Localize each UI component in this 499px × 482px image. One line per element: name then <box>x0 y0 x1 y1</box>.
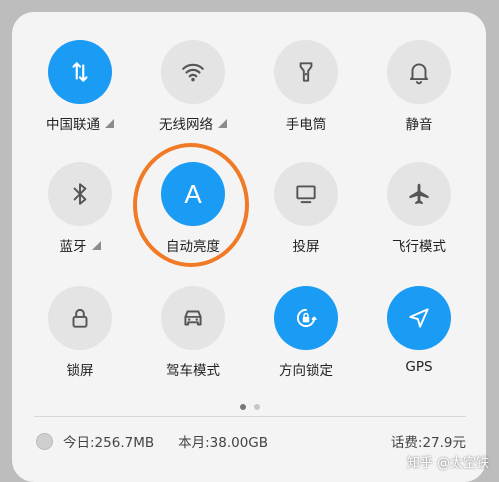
tile-label: 手电筒 <box>285 117 327 133</box>
divider <box>34 416 466 417</box>
tile-bluetooth[interactable]: 蓝牙 <box>30 162 130 255</box>
tile-driving-mode[interactable]: 驾车模式 <box>143 286 243 379</box>
page-dot[interactable] <box>253 404 260 410</box>
rotation-lock-icon <box>274 286 338 350</box>
tile-silent[interactable]: 静音 <box>369 40 469 133</box>
tile-carrier-data[interactable]: 中国联通 <box>30 40 130 133</box>
auto-brightness-glyph: A <box>184 178 202 209</box>
tile-flashlight[interactable]: 手电筒 <box>256 40 356 133</box>
tile-rotation-lock[interactable]: 方向锁定 <box>256 286 356 379</box>
auto-brightness-icon: A <box>161 162 225 226</box>
tile-airplane-mode[interactable]: 飞行模式 <box>369 162 469 255</box>
tile-label: 蓝牙 <box>59 239 87 255</box>
lock-icon <box>48 286 112 350</box>
expand-arrow-icon <box>91 241 101 250</box>
data-transfer-icon <box>48 40 112 104</box>
tile-label: 中国联通 <box>46 117 100 133</box>
bluetooth-icon <box>48 162 112 226</box>
tile-gps[interactable]: GPS <box>369 286 469 375</box>
data-usage-icon <box>36 432 53 450</box>
tile-label: 锁屏 <box>66 363 94 379</box>
tile-auto-brightness[interactable]: A 自动亮度 <box>143 162 243 255</box>
today-usage: 今日:256.7MB <box>63 435 155 451</box>
phone-fee: 话费:27.9元 <box>390 435 466 451</box>
tile-label: 飞行模式 <box>392 239 446 255</box>
location-arrow-icon <box>387 286 451 350</box>
cast-screen-icon <box>274 162 338 226</box>
data-usage-footer[interactable]: 今日:256.7MB 本月:38.00GB 话费:27.9元 <box>36 430 466 452</box>
tile-wifi[interactable]: 无线网络 <box>143 40 243 133</box>
flashlight-icon <box>274 40 338 104</box>
tile-label: 投屏 <box>292 239 320 255</box>
tile-label: 方向锁定 <box>279 363 333 379</box>
expand-arrow-icon <box>105 119 114 128</box>
page-indicator <box>0 404 499 410</box>
tile-lock-screen[interactable]: 锁屏 <box>30 286 130 379</box>
month-usage: 本月:38.00GB <box>178 435 269 451</box>
tile-label: 静音 <box>405 117 433 133</box>
tile-cast-screen[interactable]: 投屏 <box>256 162 356 255</box>
tile-label: GPS <box>405 359 433 375</box>
airplane-icon <box>387 162 451 226</box>
page-dot-active[interactable] <box>239 404 246 410</box>
bell-icon <box>387 40 451 104</box>
tile-label: 无线网络 <box>159 117 213 133</box>
tile-label: 驾车模式 <box>166 363 220 379</box>
expand-arrow-icon <box>218 119 227 128</box>
car-icon <box>161 286 225 350</box>
tile-label: 自动亮度 <box>166 239 220 255</box>
wifi-icon <box>161 40 225 104</box>
watermark: 知乎 @太空铁 <box>406 456 489 471</box>
